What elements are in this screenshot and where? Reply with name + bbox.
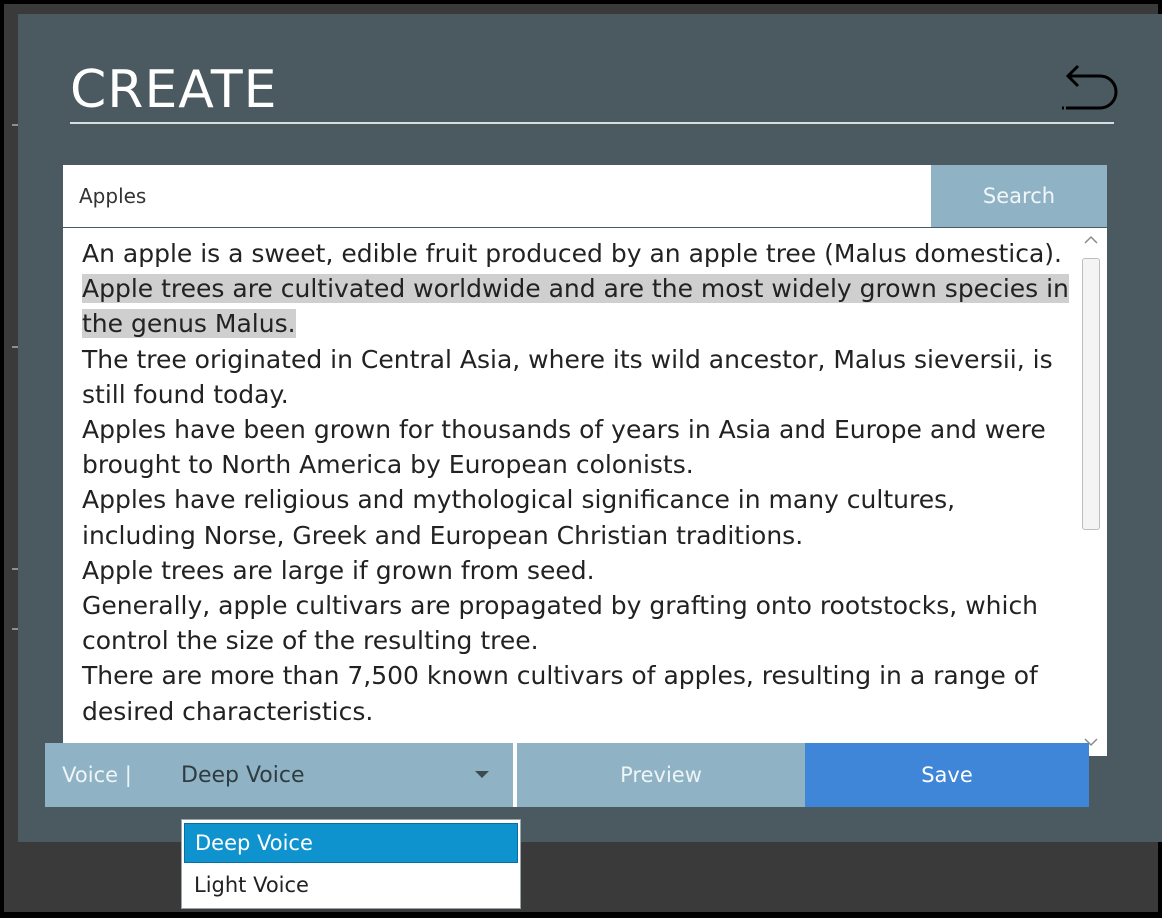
voice-select[interactable]: Deep Voice bbox=[149, 743, 513, 807]
voice-label: Voice | bbox=[62, 763, 132, 787]
search-input[interactable] bbox=[63, 165, 931, 227]
article-text: An apple is a sweet, edible fruit produc… bbox=[82, 236, 1072, 729]
article-text-area[interactable]: An apple is a sweet, edible fruit produc… bbox=[63, 228, 1107, 756]
scroll-thumb[interactable] bbox=[1082, 258, 1100, 530]
save-button[interactable]: Save bbox=[805, 743, 1089, 807]
create-dialog: CREATE Search An apple is a sweet, edibl… bbox=[18, 14, 1162, 842]
page-title: CREATE bbox=[70, 60, 278, 120]
article-line: An apple is a sweet, edible fruit produc… bbox=[82, 239, 1062, 268]
back-button[interactable] bbox=[1056, 58, 1120, 114]
article-line: Apples have religious and mythological s… bbox=[82, 485, 956, 550]
article-line: There are more than 7,500 known cultivar… bbox=[82, 661, 1038, 726]
bottom-toolbar: Voice | Deep Voice Preview Save bbox=[45, 743, 1089, 807]
window-edge-marks bbox=[0, 0, 20, 918]
vertical-scrollbar[interactable] bbox=[1075, 228, 1107, 756]
voice-dropdown-list: Deep Voice Light Voice bbox=[181, 819, 521, 909]
article-line: Apples have been grown for thousands of … bbox=[82, 415, 1046, 480]
voice-option-deep[interactable]: Deep Voice bbox=[184, 823, 518, 863]
voice-select-value: Deep Voice bbox=[181, 762, 305, 788]
article-line: Generally, apple cultivars are propagate… bbox=[82, 591, 1039, 656]
title-divider bbox=[70, 122, 1114, 124]
preview-button[interactable]: Preview bbox=[517, 743, 805, 807]
undo-arrow-icon bbox=[1062, 64, 1118, 110]
voice-option-light[interactable]: Light Voice bbox=[184, 865, 518, 905]
search-button[interactable]: Search bbox=[931, 165, 1107, 227]
dropdown-arrow-icon bbox=[475, 771, 489, 778]
article-line-highlighted: Apple trees are cultivated worldwide and… bbox=[82, 274, 1069, 339]
article-line: Apple trees are large if grown from seed… bbox=[82, 555, 595, 585]
scroll-up-chevron-icon[interactable] bbox=[1081, 230, 1101, 250]
voice-section: Voice | Deep Voice bbox=[45, 743, 513, 807]
article-line: The tree originated in Central Asia, whe… bbox=[82, 344, 1053, 409]
